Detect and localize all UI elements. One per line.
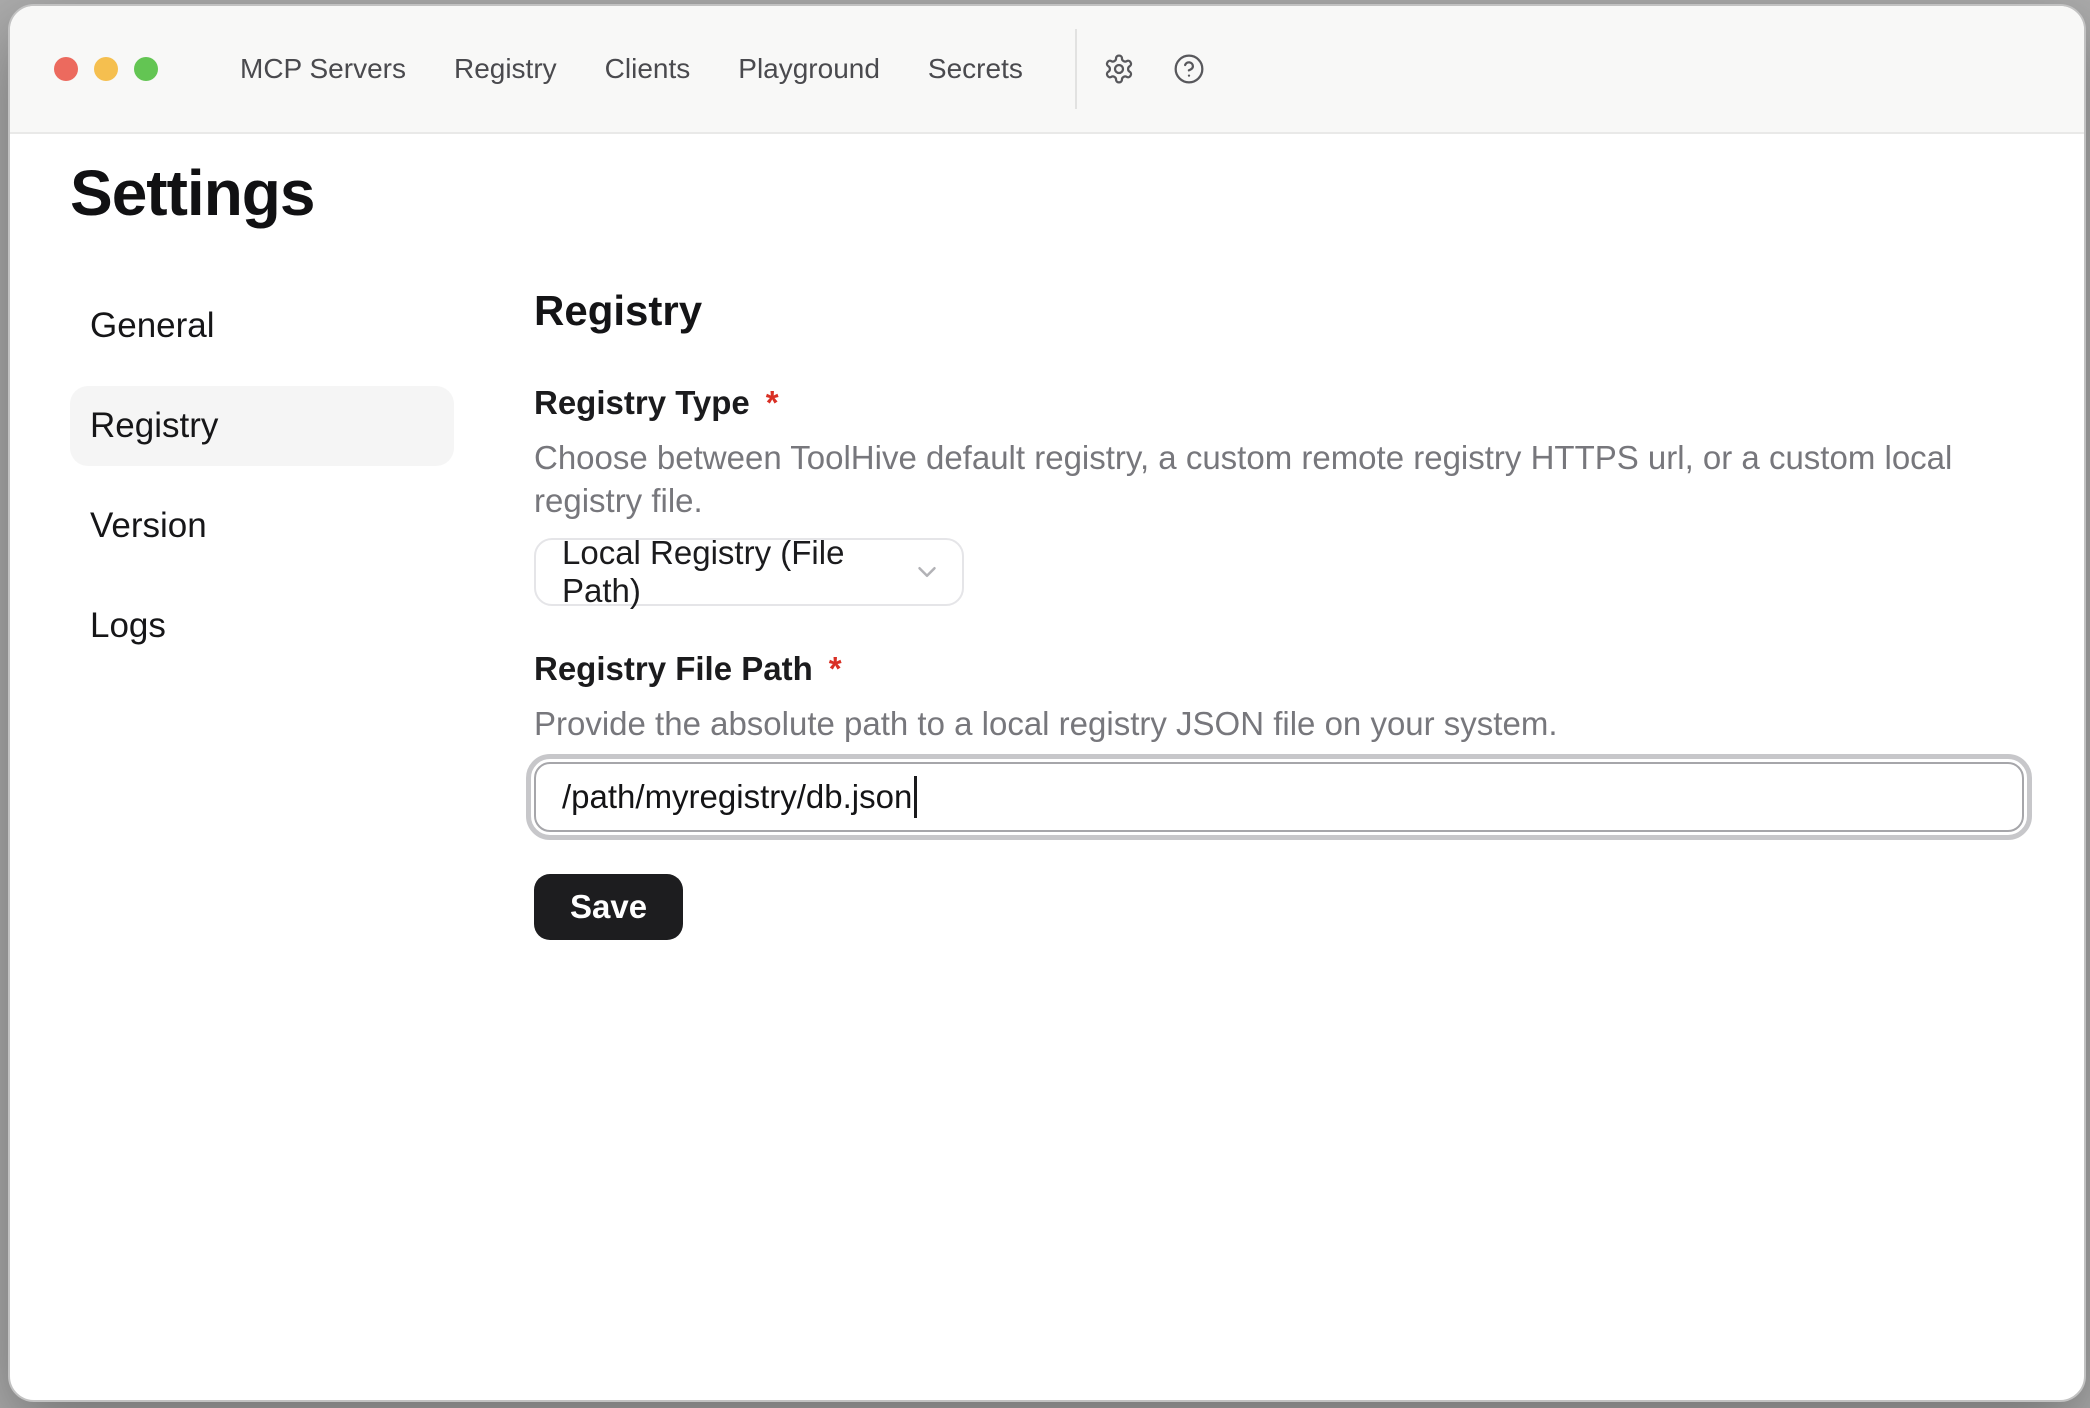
help-button[interactable] <box>1173 53 1205 85</box>
save-button[interactable]: Save <box>534 874 683 940</box>
settings-tab-general[interactable]: General <box>70 286 454 366</box>
registry-type-select[interactable]: Local Registry (File Path) <box>534 538 964 606</box>
registry-type-selected-value: Local Registry (File Path) <box>562 534 912 610</box>
chevron-down-icon <box>912 557 942 587</box>
help-circle-icon <box>1173 53 1205 85</box>
registry-type-label-row: Registry Type * <box>534 382 2024 423</box>
settings-tab-registry[interactable]: Registry <box>70 386 454 466</box>
registry-file-path-label-row: Registry File Path * <box>534 648 2024 689</box>
registry-type-label: Registry Type <box>534 382 750 423</box>
settings-gear-button[interactable] <box>1103 53 1135 85</box>
registry-type-description: Choose between ToolHive default registry… <box>534 437 2024 523</box>
settings-layout: General Registry Version Logs Registry R… <box>70 286 2024 939</box>
titlebar-divider <box>1075 29 1077 109</box>
settings-tab-version[interactable]: Version <box>70 486 454 566</box>
close-window-button[interactable] <box>54 57 78 81</box>
registry-file-path-input[interactable]: /path/myregistry/db.json <box>534 762 2024 832</box>
registry-settings-panel: Registry Registry Type * Choose between … <box>534 286 2024 939</box>
required-asterisk: * <box>766 382 779 423</box>
app-window: MCP Servers Registry Clients Playground … <box>8 4 2086 1402</box>
nav-item-mcp-servers[interactable]: MCP Servers <box>240 53 406 85</box>
zoom-window-button[interactable] <box>134 57 158 81</box>
titlebar-actions <box>1103 53 1205 85</box>
minimize-window-button[interactable] <box>94 57 118 81</box>
window-titlebar: MCP Servers Registry Clients Playground … <box>10 6 2084 134</box>
nav-item-secrets[interactable]: Secrets <box>928 53 1023 85</box>
text-cursor <box>914 776 917 818</box>
section-heading: Registry <box>534 290 2024 332</box>
nav-item-registry[interactable]: Registry <box>454 53 557 85</box>
settings-sidebar: General Registry Version Logs <box>70 286 454 939</box>
registry-file-path-label: Registry File Path <box>534 648 813 689</box>
nav-item-clients[interactable]: Clients <box>605 53 691 85</box>
nav-item-playground[interactable]: Playground <box>738 53 880 85</box>
required-asterisk: * <box>829 648 842 689</box>
registry-file-path-value: /path/myregistry/db.json <box>562 778 912 816</box>
page-title: Settings <box>70 158 2024 228</box>
window-controls <box>10 57 158 81</box>
settings-page: Settings General Registry Version Logs R… <box>10 158 2084 940</box>
gear-icon <box>1103 53 1135 85</box>
main-nav: MCP Servers Registry Clients Playground … <box>240 53 1023 85</box>
registry-file-path-description: Provide the absolute path to a local reg… <box>534 703 2024 746</box>
settings-tab-logs[interactable]: Logs <box>70 586 454 666</box>
